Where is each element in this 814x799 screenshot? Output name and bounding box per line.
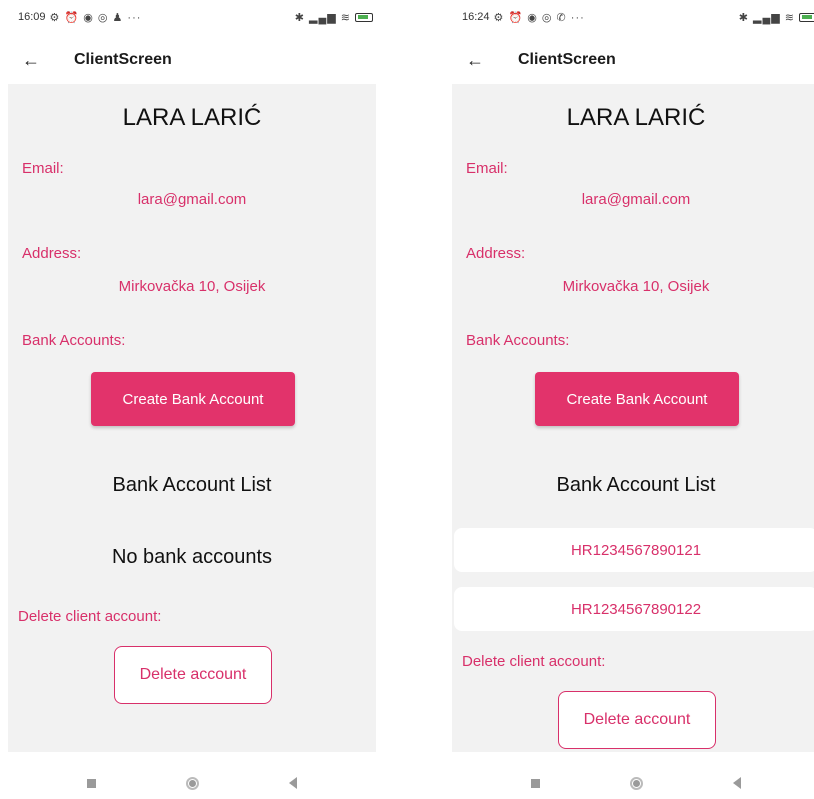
nav-back-icon[interactable] [732, 777, 741, 789]
bank-account-item[interactable]: HR1234567890122 [454, 587, 814, 631]
page-title: ClientScreen [74, 51, 172, 68]
status-time: 16:24 [462, 11, 490, 23]
back-arrow-icon[interactable]: ← [4, 50, 48, 71]
nav-back-icon[interactable] [288, 777, 297, 789]
delete-client-label: Delete client account: [18, 608, 162, 625]
bank-accounts-label: Bank Accounts: [466, 332, 570, 349]
recent-apps-icon[interactable] [86, 778, 96, 788]
address-value: Mirkovačka 10, Osijek [562, 278, 710, 295]
notification-icons: ⚙ ⏰ ◉ ◎ ✆ ··· [493, 11, 585, 24]
delete-account-button[interactable]: Delete account [558, 691, 716, 749]
email-value: lara@gmail.com [137, 191, 247, 208]
notification-icons: ⚙ ⏰ ◉ ◎ ♟ ··· [49, 11, 142, 24]
app-bar: ← ClientScreen [448, 40, 814, 80]
status-bar: 16:24 ⚙ ⏰ ◉ ◎ ✆ ··· ✱ ▂▄▆ ≋ [448, 0, 814, 34]
signal-wifi-icons: ✱ ▂▄▆ ≋ [738, 11, 795, 24]
back-arrow-icon[interactable]: ← [448, 50, 492, 71]
address-label: Address: [22, 245, 82, 262]
bank-accounts-label: Bank Accounts: [22, 332, 126, 349]
empty-list-text: No bank accounts [111, 546, 273, 568]
system-nav-bar [4, 768, 379, 798]
client-name: LARA LARIĆ [122, 104, 262, 131]
address-label: Address: [466, 245, 526, 262]
app-bar: ← ClientScreen [4, 40, 379, 80]
system-nav-bar [448, 768, 814, 798]
bank-account-item[interactable]: HR1234567890121 [454, 528, 814, 572]
signal-wifi-icons: ✱ ▂▄▆ ≋ [294, 11, 351, 24]
client-name: LARA LARIĆ [566, 104, 706, 131]
create-bank-account-button[interactable]: Create Bank Account [91, 372, 295, 426]
bank-account-list-title: Bank Account List [112, 474, 272, 496]
home-icon[interactable] [185, 776, 199, 790]
page-title: ClientScreen [518, 51, 616, 68]
status-time: 16:09 [18, 11, 46, 23]
create-bank-account-button[interactable]: Create Bank Account [535, 372, 739, 426]
email-label: Email: [466, 160, 508, 177]
email-value: lara@gmail.com [581, 191, 691, 208]
delete-client-label: Delete client account: [462, 653, 606, 670]
status-bar: 16:09 ⚙ ⏰ ◉ ◎ ♟ ··· ✱ ▂▄▆ ≋ [4, 0, 379, 34]
client-content: LARA LARIĆ Email: lara@gmail.com Address… [8, 84, 376, 752]
delete-account-button[interactable]: Delete account [114, 646, 272, 704]
bank-account-list-title: Bank Account List [556, 474, 716, 496]
recent-apps-icon[interactable] [530, 778, 540, 788]
address-value: Mirkovačka 10, Osijek [118, 278, 266, 295]
home-icon[interactable] [629, 776, 643, 790]
phone-screen-right: 16:24 ⚙ ⏰ ◉ ◎ ✆ ··· ✱ ▂▄▆ ≋ ← ClientScre… [448, 0, 814, 799]
client-content: LARA LARIĆ Email: lara@gmail.com Address… [452, 84, 814, 752]
battery-icon [799, 12, 814, 22]
email-label: Email: [22, 160, 64, 177]
phone-screen-left: 16:09 ⚙ ⏰ ◉ ◎ ♟ ··· ✱ ▂▄▆ ≋ ← ClientScre… [4, 0, 379, 799]
battery-icon [355, 12, 373, 22]
